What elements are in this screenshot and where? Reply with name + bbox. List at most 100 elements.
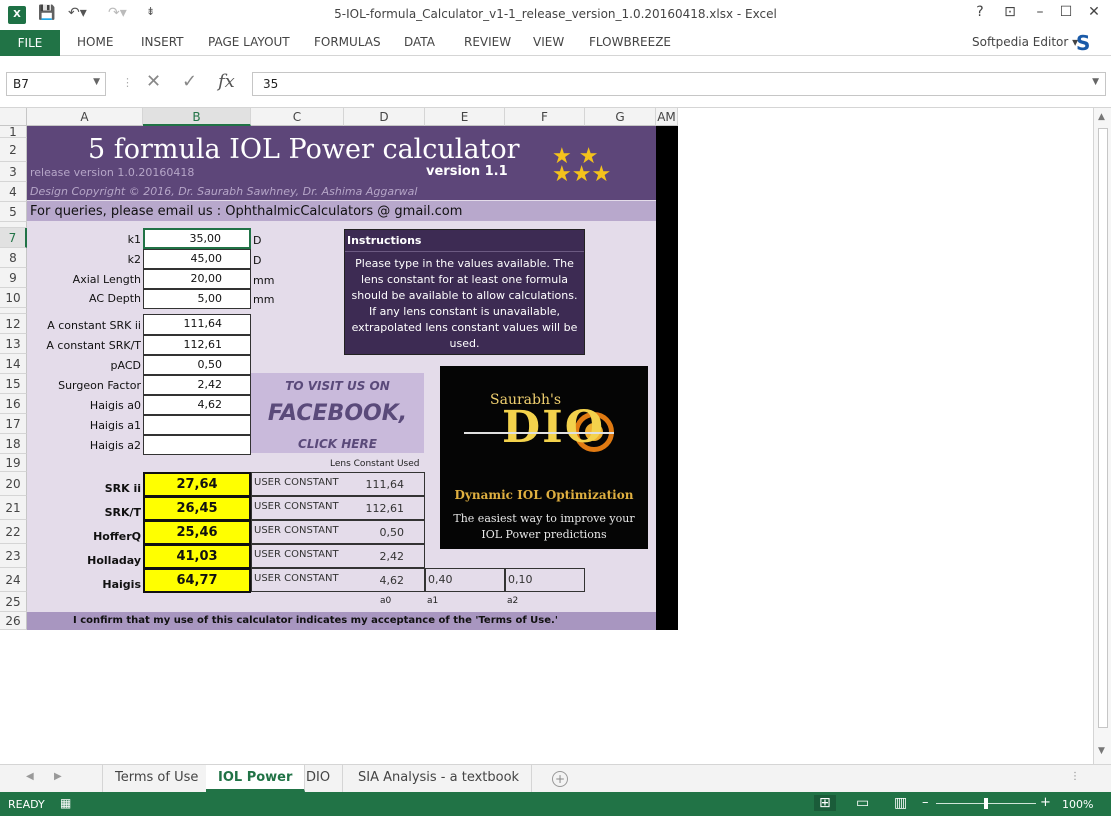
a-constant-srkt-input[interactable]: 112,61: [143, 335, 251, 355]
row-header[interactable]: 19: [0, 454, 27, 472]
zoom-out-icon[interactable]: –: [922, 795, 929, 810]
close-button[interactable]: ✕: [1080, 4, 1108, 20]
sheet-tab-iol-power[interactable]: IOL Power: [206, 765, 306, 792]
haigis-a2-input[interactable]: [143, 435, 251, 455]
row-header[interactable]: 10: [0, 288, 27, 308]
tab-home[interactable]: HOME: [77, 35, 113, 49]
expand-formula-bar-icon[interactable]: ▼: [1092, 77, 1099, 87]
dio-banner[interactable]: Saurabh's DIO Dynamic IOL Optimization T…: [440, 366, 648, 549]
normal-view-icon[interactable]: ⊞: [814, 795, 836, 811]
pacd-input[interactable]: 0,50: [143, 355, 251, 375]
zoom-slider-knob[interactable]: [984, 798, 988, 809]
haigis-a2-value: 0,10: [505, 568, 585, 592]
column-header-am[interactable]: AM: [656, 108, 678, 126]
tab-insert[interactable]: INSERT: [141, 35, 184, 49]
row-header[interactable]: 21: [0, 496, 27, 520]
formula-input[interactable]: 35 ▼: [252, 72, 1106, 96]
row-header[interactable]: 24: [0, 568, 27, 592]
facebook-link[interactable]: TO VISIT US ON FACEBOOK, CLICK HERE: [251, 373, 424, 453]
tab-review[interactable]: REVIEW: [464, 35, 511, 49]
enter-icon[interactable]: ✓: [182, 71, 197, 92]
tab-file[interactable]: FILE: [0, 30, 60, 56]
row-header[interactable]: 3: [0, 162, 27, 182]
zoom-level[interactable]: 100%: [1062, 798, 1093, 811]
sheet-tab-sia-analysis[interactable]: SIA Analysis - a textbook: [346, 765, 533, 792]
tab-flowbreeze[interactable]: FLOWBREEZE: [589, 35, 671, 49]
haigis-a0-input[interactable]: 4,62: [143, 395, 251, 415]
chevron-down-icon[interactable]: ▼: [93, 77, 100, 87]
row-header[interactable]: 9: [0, 268, 27, 288]
zoom-slider[interactable]: [936, 798, 1036, 809]
add-sheet-icon[interactable]: +: [552, 771, 568, 787]
column-header-f[interactable]: F: [505, 108, 585, 126]
row-header[interactable]: 4: [0, 182, 27, 202]
facebook-line3: CLICK HERE: [298, 437, 377, 451]
row-header[interactable]: 17: [0, 414, 27, 434]
zoom-in-icon[interactable]: +: [1040, 795, 1051, 810]
sheet-tab-terms-of-use[interactable]: Terms of Use: [102, 765, 212, 792]
row-header[interactable]: 13: [0, 334, 27, 354]
row-header[interactable]: 22: [0, 520, 27, 544]
axial-length-input[interactable]: 20,00: [143, 269, 251, 289]
cancel-icon[interactable]: ✕: [146, 71, 161, 92]
row-header[interactable]: 8: [0, 248, 27, 268]
tab-scroll-handle-icon[interactable]: ⋮: [1070, 771, 1080, 782]
user-name: Softpedia Editor: [972, 35, 1069, 49]
column-header-g[interactable]: G: [585, 108, 656, 126]
row-header[interactable]: 26: [0, 612, 27, 630]
row-header[interactable]: 16: [0, 394, 27, 414]
sheet-tab-dio[interactable]: DIO: [294, 765, 344, 792]
copyright-label: Design Copyright © 2016, Dr. Saurabh Saw…: [30, 185, 418, 198]
tab-page-layout[interactable]: PAGE LAYOUT: [208, 35, 290, 49]
column-header-b[interactable]: B: [143, 108, 251, 126]
scroll-up-icon[interactable]: ▲: [1098, 112, 1105, 122]
vertical-scrollbar[interactable]: ▲ ▼: [1093, 108, 1111, 764]
constant-label: A constant SRK/T: [46, 339, 141, 352]
lens-constant-header: Lens Constant Used: [330, 459, 420, 469]
haigis-a1-input[interactable]: [143, 415, 251, 435]
prev-sheet-icon[interactable]: ◀: [26, 771, 34, 782]
a-constant-srk-ii-input[interactable]: 111,64: [143, 314, 251, 335]
maximize-button[interactable]: ☐: [1052, 4, 1080, 20]
column-header-c[interactable]: C: [251, 108, 344, 126]
help-button[interactable]: ?: [966, 4, 994, 20]
row-header[interactable]: 1: [0, 126, 27, 138]
row-header[interactable]: 12: [0, 314, 27, 334]
next-sheet-icon[interactable]: ▶: [54, 771, 62, 782]
row-header[interactable]: 20: [0, 472, 27, 496]
scroll-down-icon[interactable]: ▼: [1098, 746, 1105, 756]
k2-input[interactable]: 45,00: [143, 249, 251, 269]
tab-data[interactable]: DATA: [404, 35, 435, 49]
row-header[interactable]: 15: [0, 374, 27, 394]
ribbon-display-options-button[interactable]: ⊡: [996, 4, 1024, 20]
row-header[interactable]: 23: [0, 544, 27, 568]
surgeon-factor-input[interactable]: 2,42: [143, 375, 251, 395]
name-box[interactable]: B7 ▼: [6, 72, 106, 96]
minimize-button[interactable]: –: [1026, 4, 1054, 20]
column-header-a[interactable]: A: [27, 108, 143, 126]
row-header[interactable]: 25: [0, 592, 27, 612]
worksheet-grid[interactable]: A B C D E F G AM 1 2 3 4 5 6 7 8 9 10 11…: [0, 108, 1093, 764]
formula-bar: B7 ▼ ⋮ ✕ ✓ fx 35 ▼: [0, 56, 1111, 108]
k1-input[interactable]: 35,00: [143, 228, 251, 249]
page-break-view-icon[interactable]: ▥: [894, 795, 907, 811]
row-header[interactable]: 7: [0, 228, 27, 248]
constant-source: USER CONSTANT: [254, 525, 339, 536]
constant-label: Haigis a0: [89, 399, 141, 412]
tab-formulas[interactable]: FORMULAS: [314, 35, 381, 49]
page-layout-view-icon[interactable]: ▭: [856, 795, 869, 811]
select-all-corner[interactable]: [0, 108, 27, 126]
row-header[interactable]: 5: [0, 202, 27, 222]
row-header[interactable]: 14: [0, 354, 27, 374]
constant-source: USER CONSTANT: [254, 477, 339, 488]
insert-function-icon[interactable]: fx: [218, 71, 235, 92]
row-header[interactable]: 2: [0, 138, 27, 162]
ac-depth-input[interactable]: 5,00: [143, 289, 251, 309]
macro-recording-icon[interactable]: ▦: [60, 796, 71, 810]
column-header-d[interactable]: D: [344, 108, 425, 126]
user-account[interactable]: Softpedia Editor ▾: [972, 35, 1078, 49]
scroll-thumb[interactable]: [1098, 128, 1108, 728]
column-header-e[interactable]: E: [425, 108, 505, 126]
row-header[interactable]: 18: [0, 434, 27, 454]
tab-view[interactable]: VIEW: [533, 35, 564, 49]
